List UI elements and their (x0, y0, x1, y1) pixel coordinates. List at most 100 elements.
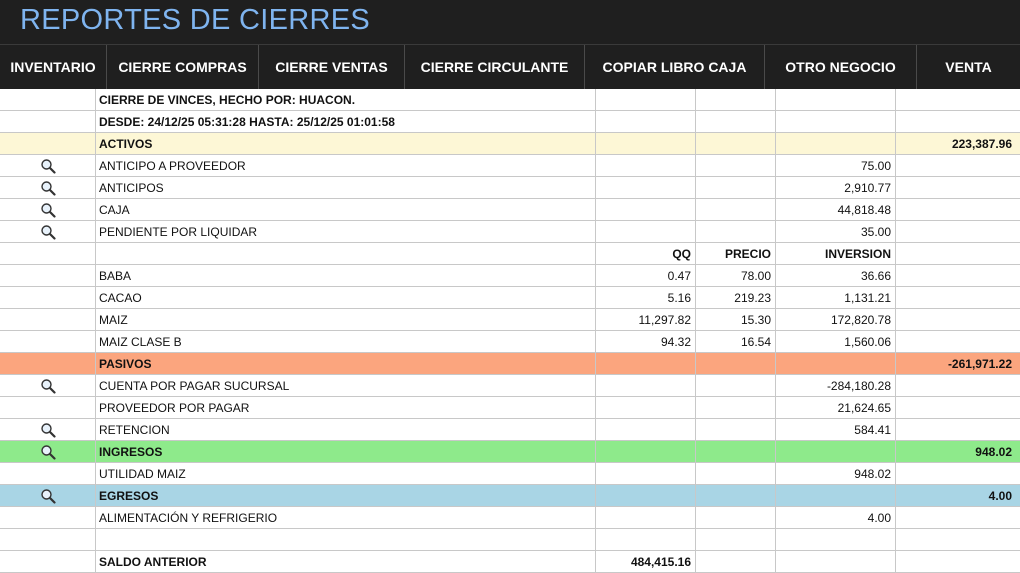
row-inversion: 75.00 (776, 155, 896, 176)
row-inversion: 1,131.21 (776, 287, 896, 308)
row-precio: 15.30 (696, 309, 776, 330)
saldo-anterior-row: SALDO ANTERIOR 484,415.16 (0, 551, 1020, 573)
section-egresos: EGRESOS 4.00 (0, 485, 1020, 507)
magnifier-icon[interactable] (40, 422, 56, 438)
section-total: 948.02 (975, 444, 1012, 459)
row-qq (596, 155, 696, 176)
row-label: BABA (96, 265, 596, 286)
row-inversion: 584.41 (776, 419, 896, 440)
magnifier-icon[interactable] (40, 202, 56, 218)
row-qq (596, 419, 696, 440)
row-qq: 0.47 (596, 265, 696, 286)
report-range-line: DESDE: 24/12/25 05:31:28 HASTA: 25/12/25… (96, 111, 596, 132)
saldo-label: SALDO ANTERIOR (96, 551, 596, 572)
nav-cierre-compras[interactable]: CIERRE COMPRAS (107, 45, 259, 89)
row-precio (696, 221, 776, 242)
nav-cierre-circulante[interactable]: CIERRE CIRCULANTE (405, 45, 585, 89)
section-total: -261,971.22 (947, 356, 1012, 371)
table-row: MAIZ 11,297.82 15.30 172,820.78 (0, 309, 1020, 331)
report-header-row: CIERRE DE VINCES, HECHO POR: HUACON. (0, 89, 1020, 111)
row-label: ANTICIPOS (96, 177, 596, 198)
row-precio (696, 375, 776, 396)
row-inversion: -284,180.28 (776, 375, 896, 396)
row-qq: 94.32 (596, 331, 696, 352)
magnifier-icon[interactable] (40, 444, 56, 460)
section-label: INGRESOS (96, 441, 596, 462)
col-header-qq: QQ (596, 243, 696, 264)
row-precio: 78.00 (696, 265, 776, 286)
row-inversion: 4.00 (776, 507, 896, 528)
row-inversion: 35.00 (776, 221, 896, 242)
section-total: 4.00 (988, 488, 1012, 503)
row-precio (696, 155, 776, 176)
row-qq (596, 221, 696, 242)
row-label: CACAO (96, 287, 596, 308)
section-label: ACTIVOS (96, 133, 596, 154)
row-label: UTILIDAD MAIZ (96, 463, 596, 484)
row-qq: 5.16 (596, 287, 696, 308)
row-precio (696, 177, 776, 198)
report-grid: CIERRE DE VINCES, HECHO POR: HUACON. DES… (0, 89, 1020, 573)
row-precio (696, 507, 776, 528)
table-row: BABA 0.47 78.00 36.66 (0, 265, 1020, 287)
report-range-row: DESDE: 24/12/25 05:31:28 HASTA: 25/12/25… (0, 111, 1020, 133)
table-row: PROVEEDOR POR PAGAR 21,624.65 (0, 397, 1020, 419)
row-inversion: 21,624.65 (776, 397, 896, 418)
row-inversion: 1,560.06 (776, 331, 896, 352)
nav-bar: INVENTARIO CIERRE COMPRAS CIERRE VENTAS CIE… (0, 44, 1020, 89)
saldo-value: 484,415.16 (596, 551, 696, 572)
nav-cierre-ventas[interactable]: CIERRE VENTAS (259, 45, 405, 89)
row-label: PROVEEDOR POR PAGAR (96, 397, 596, 418)
blank-row (0, 529, 1020, 551)
table-row: MAIZ CLASE B 94.32 16.54 1,560.06 (0, 331, 1020, 353)
row-label: CUENTA POR PAGAR SUCURSAL (96, 375, 596, 396)
page-title: REPORTES DE CIERRES (20, 4, 371, 36)
nav-copiar-libro-caja[interactable]: COPIAR LIBRO CAJA (585, 45, 765, 89)
row-precio (696, 463, 776, 484)
magnifier-icon[interactable] (40, 158, 56, 174)
row-inversion: 44,818.48 (776, 199, 896, 220)
row-precio: 219.23 (696, 287, 776, 308)
column-header-row: QQ PRECIO INVERSION (0, 243, 1020, 265)
table-row: CAJA 44,818.48 (0, 199, 1020, 221)
row-label: ANTICIPO A PROVEEDOR (96, 155, 596, 176)
report-header-line: CIERRE DE VINCES, HECHO POR: HUACON. (96, 89, 596, 110)
section-pasivos: PASIVOS -261,971.22 (0, 353, 1020, 375)
row-precio (696, 199, 776, 220)
section-label: EGRESOS (96, 485, 596, 506)
magnifier-icon[interactable] (40, 180, 56, 196)
magnifier-icon[interactable] (40, 378, 56, 394)
row-inversion: 2,910.77 (776, 177, 896, 198)
section-ingresos: INGRESOS 948.02 (0, 441, 1020, 463)
row-qq (596, 177, 696, 198)
nav-otro-negocio[interactable]: OTRO NEGOCIO (765, 45, 917, 89)
table-row: ANTICIPO A PROVEEDOR 75.00 (0, 155, 1020, 177)
row-precio: 16.54 (696, 331, 776, 352)
magnifier-icon[interactable] (40, 488, 56, 504)
table-row: RETENCION 584.41 (0, 419, 1020, 441)
col-header-inversion: INVERSION (776, 243, 896, 264)
row-inversion: 36.66 (776, 265, 896, 286)
table-row: UTILIDAD MAIZ 948.02 (0, 463, 1020, 485)
row-inversion: 172,820.78 (776, 309, 896, 330)
row-qq (596, 507, 696, 528)
row-precio (696, 397, 776, 418)
title-bar: REPORTES DE CIERRES (0, 0, 1020, 44)
row-qq: 11,297.82 (596, 309, 696, 330)
row-label: PENDIENTE POR LIQUIDAR (96, 221, 596, 242)
table-row: CACAO 5.16 219.23 1,131.21 (0, 287, 1020, 309)
row-label: MAIZ (96, 309, 596, 330)
section-activos: ACTIVOS 223,387.96 (0, 133, 1020, 155)
table-row: ANTICIPOS 2,910.77 (0, 177, 1020, 199)
row-label: CAJA (96, 199, 596, 220)
col-header-precio: PRECIO (696, 243, 776, 264)
table-row: ALIMENTACIÓN Y REFRIGERIO 4.00 (0, 507, 1020, 529)
row-qq (596, 463, 696, 484)
row-label: ALIMENTACIÓN Y REFRIGERIO (96, 507, 596, 528)
table-row: CUENTA POR PAGAR SUCURSAL -284,180.28 (0, 375, 1020, 397)
magnifier-icon[interactable] (40, 224, 56, 240)
row-label: RETENCION (96, 419, 596, 440)
nav-inventario[interactable]: INVENTARIO (0, 45, 107, 89)
section-label: PASIVOS (96, 353, 596, 374)
nav-venta[interactable]: VENTA (917, 45, 1020, 89)
